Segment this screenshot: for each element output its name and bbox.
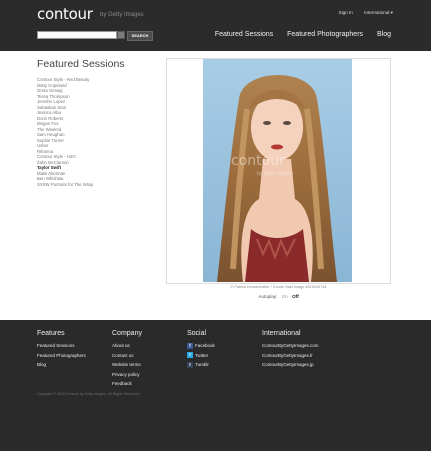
footer-link-terms[interactable]: Website terms [112,360,142,370]
sign-in-link[interactable]: Sign In [339,10,353,15]
footer-social: Social f Facebook t Twitter t Tumblr [187,330,215,370]
footer-link-intl-fr[interactable]: ContourByGettyImages.fr [262,351,319,361]
nav-blog[interactable]: Blog [377,31,391,38]
international-menu[interactable]: International ▾ [364,10,393,15]
social-tumblr-label[interactable]: Tumblr [195,360,209,370]
photo-watermark-sub: by Getty Images [257,171,294,177]
copyright-text: Copyright © 2016 Contour by Getty Images… [37,392,141,396]
social-facebook[interactable]: f Facebook [187,341,215,351]
top-links: Sign In International ▾ [329,10,393,16]
nav-featured-photographers[interactable]: Featured Photographers [287,31,363,38]
footer-link-intl-jp[interactable]: ContourByGettyImages.jp [262,360,319,370]
footer-link-blog[interactable]: Blog [37,360,86,370]
contour-logo[interactable]: contour [37,5,93,23]
session-list: Contour Style - Red Beauty Misty Copeland… [37,77,157,187]
social-tumblr[interactable]: t Tumblr [187,360,215,370]
footer-social-title: Social [187,330,207,337]
twitter-icon: t [187,352,193,359]
search-input[interactable] [37,31,117,39]
footer-link-featured-photographers[interactable]: Featured Photographers [37,351,86,361]
logo-subtitle: by Getty Images [100,12,144,18]
footer-international: International ContourByGettyImages.com C… [262,330,319,370]
nav-featured-sessions[interactable]: Featured Sessions [215,31,273,38]
footer-link-featured-sessions[interactable]: Featured Sessions [37,341,86,351]
footer-international-title: International [262,330,301,337]
footer-link-intl-com[interactable]: ContourByGettyImages.com [262,341,319,351]
social-twitter[interactable]: t Twitter [187,351,215,361]
footer-link-privacy[interactable]: Privacy policy [112,370,142,380]
footer-company: Company About us Contact us Website term… [112,330,142,389]
autoplay-off[interactable]: Off [292,294,299,299]
site-header: contour by Getty Images Sign In Internat… [0,0,431,51]
footer-company-title: Company [112,330,142,337]
footer-features: Features Featured Sessions Featured Phot… [37,330,86,370]
photo-watermark: contour [231,153,285,169]
footer-features-title: Features [37,330,65,337]
search-clear-icon[interactable] [117,31,125,39]
autoplay-on[interactable]: On [282,294,288,299]
footer-link-about[interactable]: About us [112,341,142,351]
session-link[interactable]: SXSW Portraits for The Wrap [37,182,157,188]
portrait-illustration: contour by Getty Images [203,59,352,282]
social-facebook-label[interactable]: Facebook [195,341,215,351]
autoplay-label: Autoplay: [258,294,278,299]
footer-link-feedback[interactable]: Feedback [112,379,142,389]
main-nav: Featured Sessions Featured Photographers… [203,31,391,38]
autoplay-control: Autoplay: On Off [166,294,391,299]
sessions-sidebar: Featured Sessions Contour Style - Red Be… [37,58,157,187]
social-twitter-label[interactable]: Twitter [195,351,208,361]
facebook-icon: f [187,342,193,349]
session-photo[interactable]: contour by Getty Images [203,59,352,282]
photo-credit: © Patrick Demarchelier / Conde Nast Imag… [230,285,327,289]
footer-link-contact[interactable]: Contact us [112,351,142,361]
tumblr-icon: t [187,361,193,368]
search-button[interactable]: SEARCH [127,31,153,41]
sidebar-title: Featured Sessions [37,58,125,70]
